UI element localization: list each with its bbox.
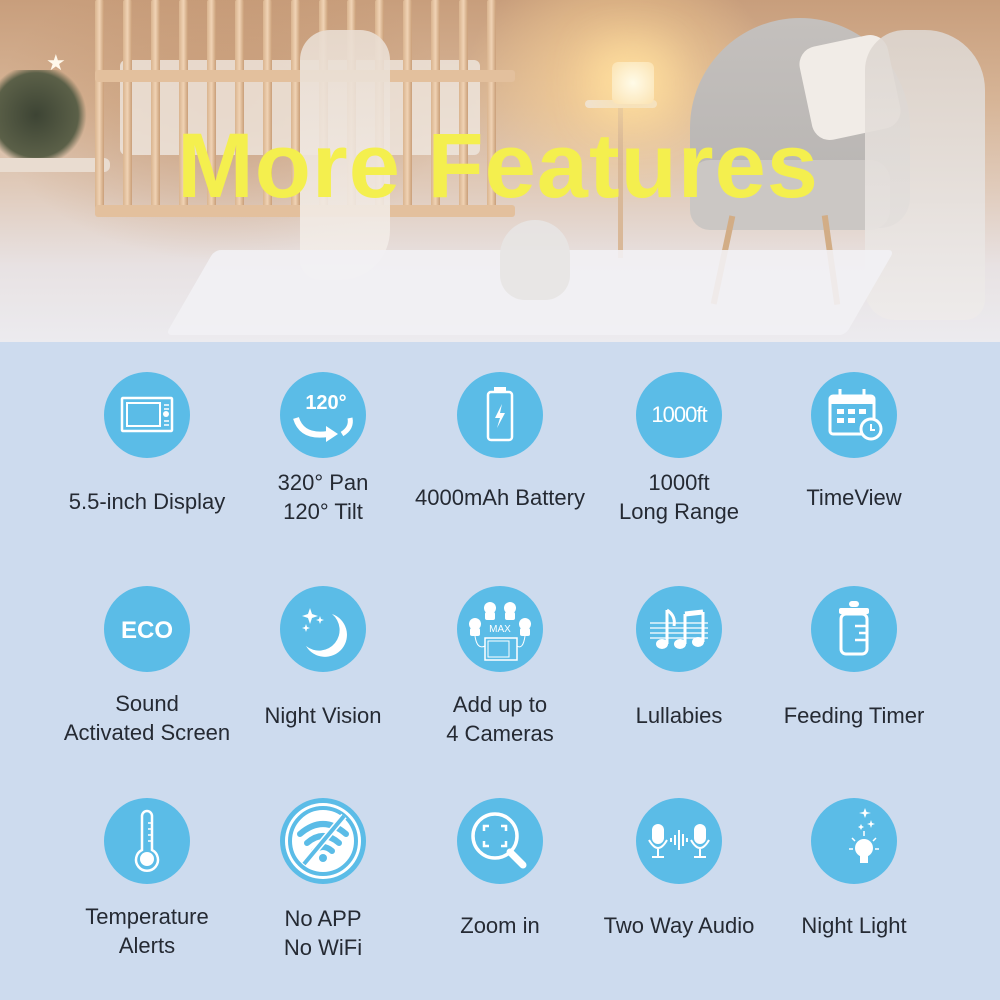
feature-label-line: Alerts <box>118 933 176 958</box>
feature-label: Lullabies <box>579 701 779 730</box>
feature-label: Night Light <box>754 911 954 940</box>
plush-toy-decor <box>500 220 570 300</box>
feature-label-line: No WiFi <box>283 935 363 960</box>
multi-camera-icon: MAX <box>457 586 543 672</box>
feature-label-line: Lullabies <box>635 703 723 728</box>
feature-label-line: Feeding Timer <box>783 703 925 728</box>
zoom-magnifier-icon <box>457 798 543 884</box>
range-distance-icon: 1000ft <box>636 372 722 458</box>
feature-label: 1000ft Long Range <box>579 468 779 526</box>
display-screen-icon <box>104 372 190 458</box>
battery-charging-icon <box>457 372 543 458</box>
feature-label: TimeView <box>754 483 954 512</box>
svg-text:MAX: MAX <box>489 624 511 635</box>
night-light-icon <box>811 798 897 884</box>
moon-stars-icon <box>280 586 366 672</box>
feature-label-line: No APP <box>284 906 362 931</box>
two-way-audio-icon <box>636 798 722 884</box>
feature-label-line: Add up to <box>452 692 548 717</box>
pan-tilt-rotation-icon: 120° <box>280 372 366 458</box>
feature-label-line: TimeView <box>806 485 902 510</box>
feature-label: Temperature Alerts <box>47 902 247 960</box>
feature-label-line: 120° Tilt <box>283 499 363 524</box>
calendar-clock-icon <box>811 372 897 458</box>
feature-label-line: Zoom in <box>460 913 540 938</box>
feature-label: 320° Pan 120° Tilt <box>223 468 423 526</box>
feature-label: 5.5-inch Display <box>47 487 247 516</box>
feature-label: Two Way Audio <box>579 911 779 940</box>
feature-label: Add up to 4 Cameras <box>400 690 600 748</box>
feature-label-line: Long Range <box>619 499 739 524</box>
music-notes-icon <box>636 586 722 672</box>
feature-label-line: Two Way Audio <box>603 913 755 938</box>
thermometer-icon <box>104 798 190 884</box>
feature-label-line: 4000mAh Battery <box>415 485 585 510</box>
feature-label-line: Temperature <box>85 904 209 929</box>
eco-mode-icon: ECO <box>104 586 190 672</box>
feature-label-line: Night Light <box>801 913 907 938</box>
hero-banner: ★ More Features <box>0 0 1000 342</box>
feature-label-line: 1000ft <box>648 470 710 495</box>
feature-label-line: 4 Cameras <box>446 721 554 746</box>
svg-text:1000ft: 1000ft <box>651 402 707 427</box>
feature-label-line: Sound <box>115 691 179 716</box>
feature-label-line: 5.5-inch Display <box>68 489 226 514</box>
feature-label-line: 320° Pan <box>277 470 369 495</box>
feature-label: Sound Activated Screen <box>47 689 247 747</box>
svg-text:120°: 120° <box>305 392 346 414</box>
feature-label-line: Activated Screen <box>63 720 231 745</box>
feature-label: Zoom in <box>400 911 600 940</box>
feature-label: No APP No WiFi <box>223 904 423 962</box>
star-icon: ★ <box>46 50 66 75</box>
feature-label: Night Vision <box>223 701 423 730</box>
page-title-text: More Features <box>177 115 819 217</box>
baby-bottle-icon <box>811 586 897 672</box>
feature-label: Feeding Timer <box>754 701 954 730</box>
page-title: More Features <box>0 120 1000 212</box>
feature-label-line: Night Vision <box>264 703 382 728</box>
features-grid: 5.5-inch Display 120° 320° Pan 120° Tilt 400… <box>0 342 1000 1000</box>
feature-label: 4000mAh Battery <box>400 483 600 512</box>
no-wifi-icon <box>280 798 366 884</box>
lamp-decor <box>612 62 654 104</box>
svg-text:ECO: ECO <box>121 617 173 644</box>
